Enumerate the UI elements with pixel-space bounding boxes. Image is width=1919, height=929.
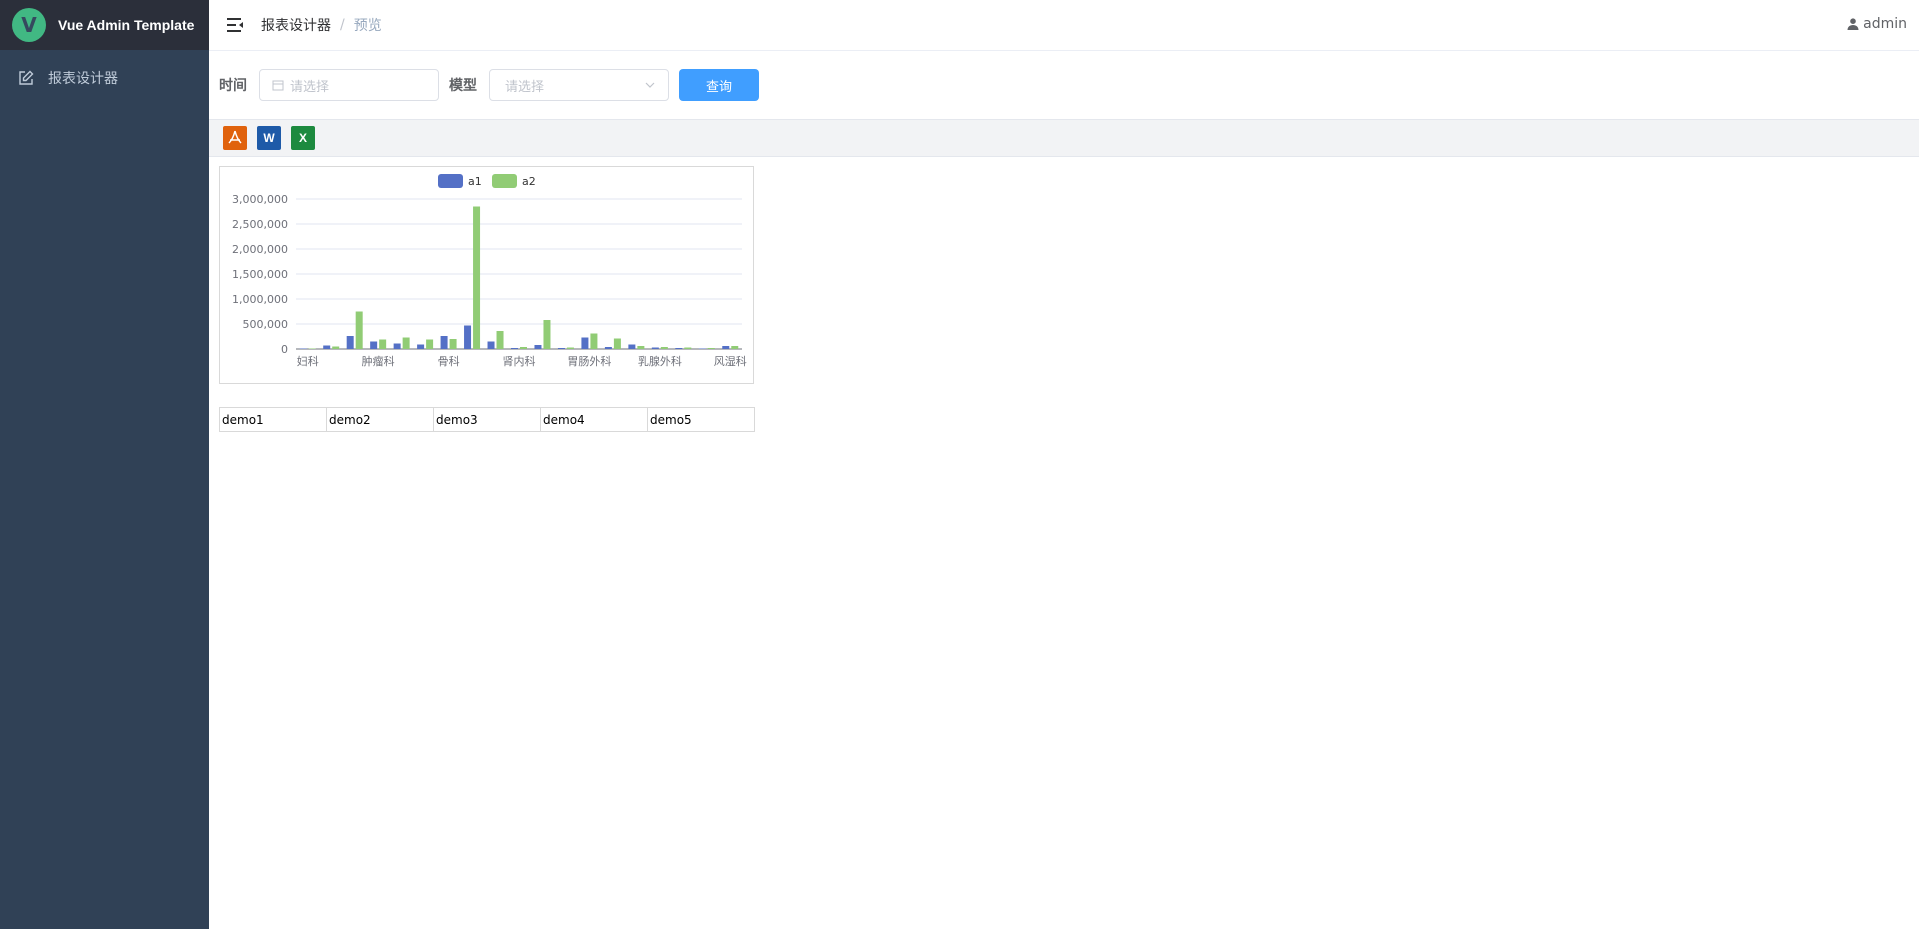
bar-a1 bbox=[393, 343, 401, 349]
bar-a1 bbox=[581, 337, 589, 349]
legend-swatch bbox=[438, 174, 463, 188]
logo-bar[interactable]: V Vue Admin Template bbox=[0, 0, 209, 50]
x-tick-label: 骨科 bbox=[438, 354, 460, 368]
edit-icon bbox=[19, 70, 34, 85]
username: admin bbox=[1863, 16, 1907, 32]
navbar: 报表设计器 / 预览 admin bbox=[209, 0, 1919, 51]
bar-a1 bbox=[511, 348, 518, 349]
bar-a2 bbox=[543, 320, 551, 349]
bar-a1 bbox=[628, 344, 636, 349]
x-tick-label: 胃肠外科 bbox=[567, 354, 611, 368]
user-icon bbox=[1847, 18, 1859, 30]
bar-a2 bbox=[496, 331, 504, 349]
bar-a1 bbox=[370, 341, 378, 349]
y-tick-label: 2,500,000 bbox=[232, 218, 288, 231]
breadcrumb-current: 预览 bbox=[353, 18, 382, 34]
word-export-icon[interactable]: W bbox=[257, 126, 281, 150]
bar-a1 bbox=[299, 348, 307, 349]
time-label: 时间 bbox=[219, 78, 247, 94]
x-tick-label: 风湿科 bbox=[714, 354, 747, 368]
x-tick-label: 妇科 bbox=[297, 354, 319, 368]
chart-container: 3,000,000 2,500,000 2,000,000 1,500,000 1,00… bbox=[219, 166, 754, 384]
bar-a1 bbox=[557, 348, 565, 349]
bar-a1 bbox=[651, 347, 659, 349]
app-title: Vue Admin Template bbox=[58, 17, 195, 33]
hamburger-icon[interactable] bbox=[225, 15, 245, 35]
bar-a2 bbox=[590, 333, 598, 349]
y-tick-label: 1,000,000 bbox=[232, 293, 288, 306]
model-select[interactable]: 请选择 bbox=[489, 69, 669, 101]
user-menu[interactable]: admin bbox=[1847, 16, 1907, 32]
model-placeholder: 请选择 bbox=[505, 79, 545, 95]
bar-a2 bbox=[473, 206, 481, 349]
bar-a1 bbox=[675, 348, 683, 349]
chevron-down-icon bbox=[645, 82, 655, 88]
bar-a1 bbox=[534, 345, 542, 349]
bar-a1 bbox=[698, 348, 706, 349]
breadcrumb-item[interactable]: 报表设计器 bbox=[261, 15, 331, 35]
bar-a2 bbox=[308, 348, 316, 349]
query-button[interactable]: 查询 bbox=[679, 69, 759, 101]
bar-a1 bbox=[604, 347, 612, 349]
bar-a2 bbox=[355, 311, 363, 349]
bar-a2 bbox=[332, 346, 340, 349]
legend-label: a1 bbox=[468, 175, 482, 188]
y-tick-label: 0 bbox=[281, 343, 288, 356]
calendar-icon bbox=[272, 80, 284, 91]
sidebar-item-report-designer[interactable]: 报表设计器 bbox=[0, 50, 209, 106]
y-tick-label: 3,000,000 bbox=[232, 193, 288, 206]
bar-a1 bbox=[417, 344, 425, 349]
bar-a2 bbox=[379, 339, 387, 349]
bar-a1 bbox=[464, 325, 472, 349]
table-cell: demo3 bbox=[433, 407, 541, 432]
time-picker[interactable]: 请选择 bbox=[259, 69, 439, 101]
legend-swatch bbox=[492, 174, 517, 188]
model-label: 模型 bbox=[449, 78, 477, 94]
table-cell: demo5 bbox=[647, 407, 755, 432]
excel-export-icon[interactable]: X bbox=[291, 126, 315, 150]
bar-a2 bbox=[707, 348, 715, 349]
x-tick-label: 乳腺外科 bbox=[638, 354, 682, 368]
bar-a2 bbox=[566, 347, 574, 349]
bar-a2 bbox=[520, 347, 527, 349]
bar-a2 bbox=[637, 346, 645, 349]
logo-icon: V bbox=[12, 8, 46, 42]
y-tick-label: 500,000 bbox=[243, 318, 289, 331]
sidebar-item-label: 报表设计器 bbox=[48, 71, 118, 87]
bar-a2 bbox=[449, 339, 457, 349]
bar-a1 bbox=[346, 336, 354, 349]
bar-a1 bbox=[440, 336, 448, 349]
bar-a1 bbox=[487, 341, 495, 349]
export-toolbar: W X bbox=[209, 119, 1919, 157]
bar-a2 bbox=[684, 347, 692, 349]
table-cell: demo2 bbox=[326, 407, 434, 432]
bar-a2 bbox=[660, 347, 668, 349]
breadcrumb-separator: / bbox=[340, 17, 345, 33]
bar-chart: 3,000,000 2,500,000 2,000,000 1,500,000 1,00… bbox=[232, 174, 747, 368]
bar-a2 bbox=[731, 346, 739, 349]
x-tick-label: 肿瘤科 bbox=[362, 354, 395, 368]
filter-bar: 时间 请选择 模型 请选择 查询 bbox=[209, 51, 1919, 119]
bar-a2 bbox=[426, 339, 434, 349]
bar-a2 bbox=[613, 338, 621, 349]
bar-a1 bbox=[323, 345, 331, 349]
y-tick-label: 1,500,000 bbox=[232, 268, 288, 281]
bar-a2 bbox=[402, 337, 410, 349]
time-placeholder: 请选择 bbox=[290, 79, 330, 95]
main-area: 报表设计器 / 预览 admin 时间 请选择 模型 请选择 查询 W X 3,… bbox=[209, 0, 1919, 929]
table-row: demo1 demo2 demo3 demo4 demo5 bbox=[219, 407, 755, 432]
pdf-export-icon[interactable] bbox=[223, 126, 247, 150]
sidebar: V Vue Admin Template 报表设计器 bbox=[0, 0, 209, 929]
legend-label: a2 bbox=[522, 175, 536, 188]
x-tick-label: 肾内科 bbox=[503, 354, 536, 368]
y-tick-label: 2,000,000 bbox=[232, 243, 288, 256]
data-table: demo1 demo2 demo3 demo4 demo5 bbox=[219, 407, 755, 432]
bar-a1 bbox=[722, 346, 730, 349]
table-cell: demo1 bbox=[219, 407, 327, 432]
table-cell: demo4 bbox=[540, 407, 648, 432]
